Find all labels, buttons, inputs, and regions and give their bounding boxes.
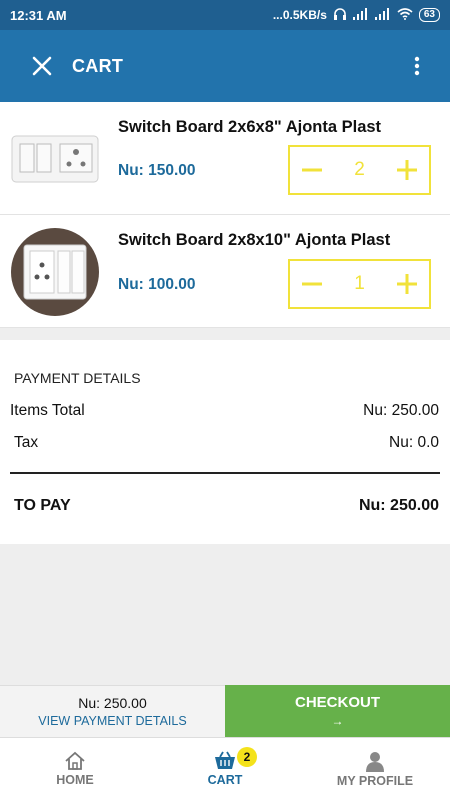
app-bar: CART [0,30,450,102]
minus-icon [302,168,322,172]
quantity-stepper: 1 [288,259,431,309]
battery-indicator: 63 [418,8,440,22]
plus-icon [396,160,417,180]
signal-icon [352,7,369,23]
close-icon [32,56,52,76]
home-icon [65,751,85,770]
decrease-quantity-button[interactable] [300,158,324,182]
quantity-stepper: 2 [288,145,431,195]
headphones-icon [333,7,347,24]
profile-icon [366,752,384,772]
cart-list: Switch Board 2x6x8" Ajonta Plast Nu: 150… [0,102,450,328]
signal-icon [374,7,391,23]
close-button[interactable] [28,52,56,80]
product-image [10,227,100,317]
more-options-button[interactable] [402,51,432,81]
arrow-right-icon: → [331,714,344,728]
cart-item[interactable]: Switch Board 2x6x8" Ajonta Plast Nu: 150… [0,102,450,215]
checkout-label: CHECKOUT [295,694,380,711]
to-pay-label: TO PAY [14,497,71,514]
view-payment-details-link[interactable]: VIEW PAYMENT DETAILS [38,714,186,728]
cart-count-badge: 2 [237,747,257,767]
checkout-button[interactable]: CHECKOUT → [225,685,450,737]
nav-cart-label: CART [207,773,243,787]
quantity-value: 1 [354,273,365,294]
minus-icon [302,282,322,286]
nav-home[interactable]: HOME [0,738,150,800]
page-title: CART [72,55,124,76]
plus-icon [396,274,417,294]
wifi-icon [397,7,413,23]
payment-details: PAYMENT DETAILS Items Total Nu: 250.00 T… [0,340,450,544]
network-speed: ...0.5KB/s [272,8,327,22]
product-price: Nu: 150.00 [118,162,196,179]
summary-amount: Nu: 250.00 [78,695,147,711]
bottom-navigation: HOME 2 CART MY PROFILE [0,737,450,800]
payment-summary: Nu: 250.00 VIEW PAYMENT DETAILS [0,685,225,737]
quantity-value: 2 [354,159,365,180]
cart-icon [215,751,235,769]
decrease-quantity-button[interactable] [300,272,324,296]
items-total-label: Items Total [10,402,85,419]
status-icons: ...0.5KB/s 63 [273,7,440,24]
tax-value: Nu: 0.0 [389,434,439,451]
tax-label: Tax [14,434,39,451]
more-vert-icon [414,56,420,76]
cart-item[interactable]: Switch Board 2x8x10" Ajonta Plast Nu: 10… [0,215,450,328]
nav-cart[interactable]: 2 CART [150,738,300,800]
status-bar: 12:31 AM ...0.5KB/s 63 [0,0,450,30]
nav-home-label: HOME [56,773,94,787]
product-price: Nu: 100.00 [118,276,196,293]
product-name: Switch Board 2x6x8" Ajonta Plast [118,118,382,136]
product-image [10,114,100,204]
increase-quantity-button[interactable] [395,272,419,296]
nav-profile-label: MY PROFILE [336,774,414,788]
status-time: 12:31 AM [10,7,67,23]
to-pay-value: Nu: 250.00 [358,497,439,514]
increase-quantity-button[interactable] [395,158,419,182]
items-total-value: Nu: 250.00 [363,402,439,419]
nav-profile[interactable]: MY PROFILE [300,738,450,800]
product-name: Switch Board 2x8x10" Ajonta Plast [118,231,391,249]
bottom-action-bar: Nu: 250.00 VIEW PAYMENT DETAILS CHECKOUT… [0,685,450,737]
payment-heading: PAYMENT DETAILS [14,370,141,386]
divider [10,472,440,474]
